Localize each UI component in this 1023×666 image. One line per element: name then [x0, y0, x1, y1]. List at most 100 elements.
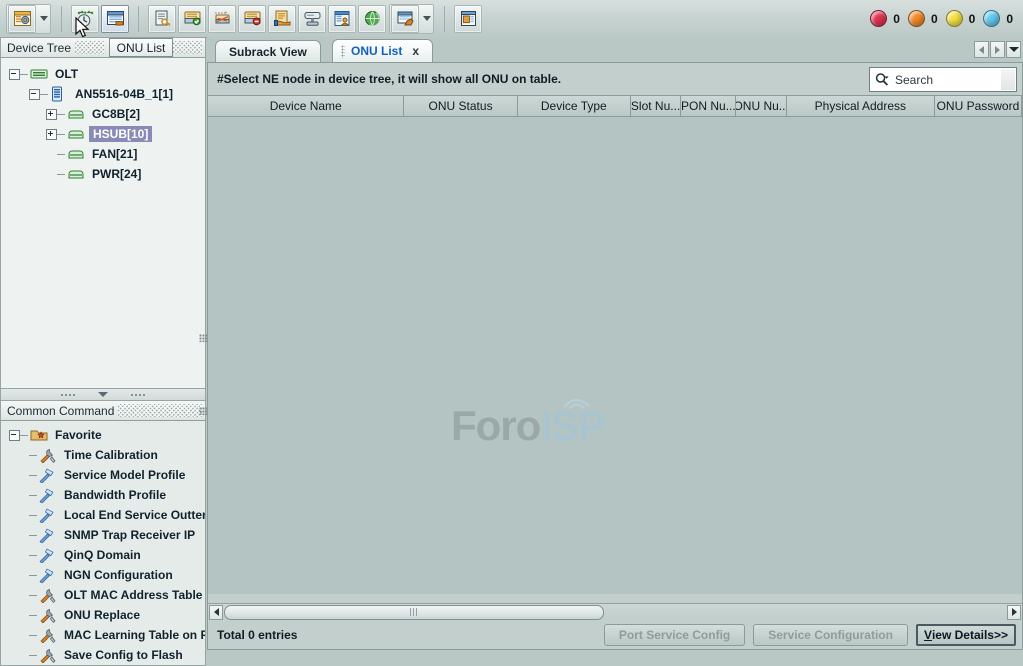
col-device-name[interactable]: Device Name	[208, 96, 404, 116]
window-pencil-icon	[396, 9, 415, 28]
panel-splitter[interactable]	[0, 389, 206, 400]
tab-scroll-right-button[interactable]	[990, 41, 1005, 58]
col-onu-number-label: ONU Nu...	[736, 99, 786, 113]
card-icon	[67, 127, 85, 141]
wrench-screwdriver-icon	[39, 628, 57, 642]
favorite-folder[interactable]: Favorite	[1, 425, 205, 445]
tree-node-gc8b[interactable]: GC8B[2]	[1, 104, 205, 124]
authorize-button[interactable]	[148, 5, 176, 33]
tree-node-olt[interactable]: OLT	[1, 64, 205, 84]
floating-onu-list-tab[interactable]: ONU List	[109, 38, 174, 57]
onu-discover-button[interactable]	[208, 5, 236, 33]
col-physical-address[interactable]: Physical Address	[787, 96, 935, 116]
globe-icon	[363, 9, 382, 28]
chassis-icon	[50, 87, 68, 101]
ne-manager-dropdown-arrow[interactable]	[37, 5, 50, 33]
scroll-thumb[interactable]	[224, 605, 604, 620]
tab-list-dropdown-button[interactable]	[1006, 41, 1021, 58]
col-pon-number[interactable]: PON Nu...	[681, 96, 736, 116]
device-tree-drag-grip-2[interactable]	[173, 41, 202, 54]
tree-scroll-grip[interactable]	[199, 334, 207, 342]
common-command-list: Favorite Time Calibration Service Model …	[1, 421, 205, 665]
hammer-icon	[39, 488, 57, 502]
alarm-warning[interactable]: 0	[983, 10, 1013, 27]
server-icon	[303, 9, 322, 28]
port-service-config-button[interactable]: Port Service Config	[604, 624, 745, 646]
scroll-thumb-grip	[410, 608, 418, 616]
expander-olt[interactable]	[9, 69, 20, 80]
col-device-type[interactable]: Device Type	[518, 96, 631, 116]
service-config-button[interactable]	[268, 5, 296, 33]
expander-gc8b[interactable]	[46, 109, 57, 120]
splitter-collapse-arrow[interactable]	[98, 392, 108, 397]
cmd-time-calibration[interactable]: Time Calibration	[1, 445, 205, 465]
cmd-save-config-flash[interactable]: Save Config to Flash	[1, 645, 205, 665]
scroll-right-button[interactable]	[1007, 605, 1021, 620]
expander-an5516[interactable]	[29, 89, 40, 100]
cmd-ngn-configuration[interactable]: NGN Configuration	[1, 565, 205, 585]
col-pon-number-label: PON Nu...	[681, 99, 735, 113]
cmd-snmp-trap-receiver[interactable]: SNMP Trap Receiver IP	[1, 525, 205, 545]
alarm-critical[interactable]: 0	[870, 10, 900, 27]
ne-manager-button[interactable]	[8, 5, 36, 33]
col-onu-number[interactable]: ONU Nu...	[736, 96, 786, 116]
scroll-track[interactable]	[224, 605, 1006, 620]
network-button[interactable]	[358, 5, 386, 33]
search-input[interactable]: Search	[869, 67, 1017, 92]
watermark: ForoISP	[451, 405, 605, 447]
search-icon	[874, 72, 891, 87]
tab-onu-list[interactable]: ONU List x	[332, 39, 433, 62]
expander-hsub[interactable]	[46, 129, 57, 140]
device-manage-button[interactable]	[298, 5, 326, 33]
folder-star-icon	[30, 428, 48, 442]
cmd-qinq-domain[interactable]: QinQ Domain	[1, 545, 205, 565]
col-onu-status[interactable]: ONU Status	[404, 96, 517, 116]
database-button[interactable]	[328, 5, 356, 33]
tree-node-an5516[interactable]: AN5516-04B_1[1]	[1, 84, 205, 104]
table-body[interactable]: ForoISP	[208, 117, 1022, 594]
onu-delete-button[interactable]	[238, 5, 266, 33]
tree-connector	[29, 595, 37, 596]
common-command-drag-grip[interactable]	[118, 404, 202, 417]
wifi-arc-icon	[562, 394, 592, 410]
onu-list-panel: #Select NE node in device tree, it will …	[207, 62, 1023, 650]
cmd-onu-replace[interactable]: ONU Replace	[1, 605, 205, 625]
report-dropdown-arrow[interactable]	[420, 5, 433, 33]
view-details-label: iew Details>>	[932, 628, 1008, 642]
port-service-config-label: Port Service Config	[619, 628, 730, 642]
tree-connector	[20, 435, 28, 436]
onu-list-button[interactable]	[101, 5, 129, 33]
view-details-button[interactable]: View Details>>	[916, 624, 1016, 646]
col-physical-address-label: Physical Address	[815, 99, 906, 113]
command-scroll-grip[interactable]	[199, 407, 207, 415]
expander-favorite[interactable]	[9, 430, 20, 441]
cmd-service-model-profile[interactable]: Service Model Profile	[1, 465, 205, 485]
col-onu-password-label: ONU Password	[937, 99, 1020, 113]
common-command-title: Common Command	[1, 404, 118, 418]
tab-scroll-left-button[interactable]	[974, 41, 989, 58]
tab-subrack-view[interactable]: Subrack View	[215, 40, 321, 62]
onu-add-button[interactable]	[178, 5, 206, 33]
col-slot-number[interactable]: Slot Nu...	[631, 96, 681, 116]
alarm-major[interactable]: 0	[908, 10, 938, 27]
horizontal-scrollbar[interactable]	[208, 603, 1022, 620]
cmd-local-end-service[interactable]: Local End Service Outter	[1, 505, 205, 525]
alarm-critical-bulb	[870, 10, 887, 27]
tab-navigation	[974, 41, 1021, 58]
cmd-mac-learning-table[interactable]: MAC Learning Table on P	[1, 625, 205, 645]
service-configuration-button[interactable]: Service Configuration	[753, 624, 908, 646]
tree-node-pwr[interactable]: PWR[24]	[1, 164, 205, 184]
col-onu-password[interactable]: ONU Password	[935, 96, 1022, 116]
device-tree-drag-grip[interactable]	[75, 41, 104, 54]
tree-node-hsub[interactable]: HSUB[10]	[1, 124, 205, 144]
alarm-minor[interactable]: 0	[946, 10, 976, 27]
dashboard-button[interactable]	[454, 5, 482, 33]
tree-node-fan[interactable]: FAN[21]	[1, 144, 205, 164]
scroll-left-button[interactable]	[209, 605, 223, 620]
tab-close-icon[interactable]: x	[412, 44, 419, 58]
polling-button[interactable]	[71, 5, 99, 33]
cmd-bandwidth-profile[interactable]: Bandwidth Profile	[1, 485, 205, 505]
cmd-olt-mac-table-label: OLT MAC Address Table	[61, 588, 205, 602]
report-button[interactable]	[391, 5, 419, 33]
cmd-olt-mac-table[interactable]: OLT MAC Address Table	[1, 585, 205, 605]
